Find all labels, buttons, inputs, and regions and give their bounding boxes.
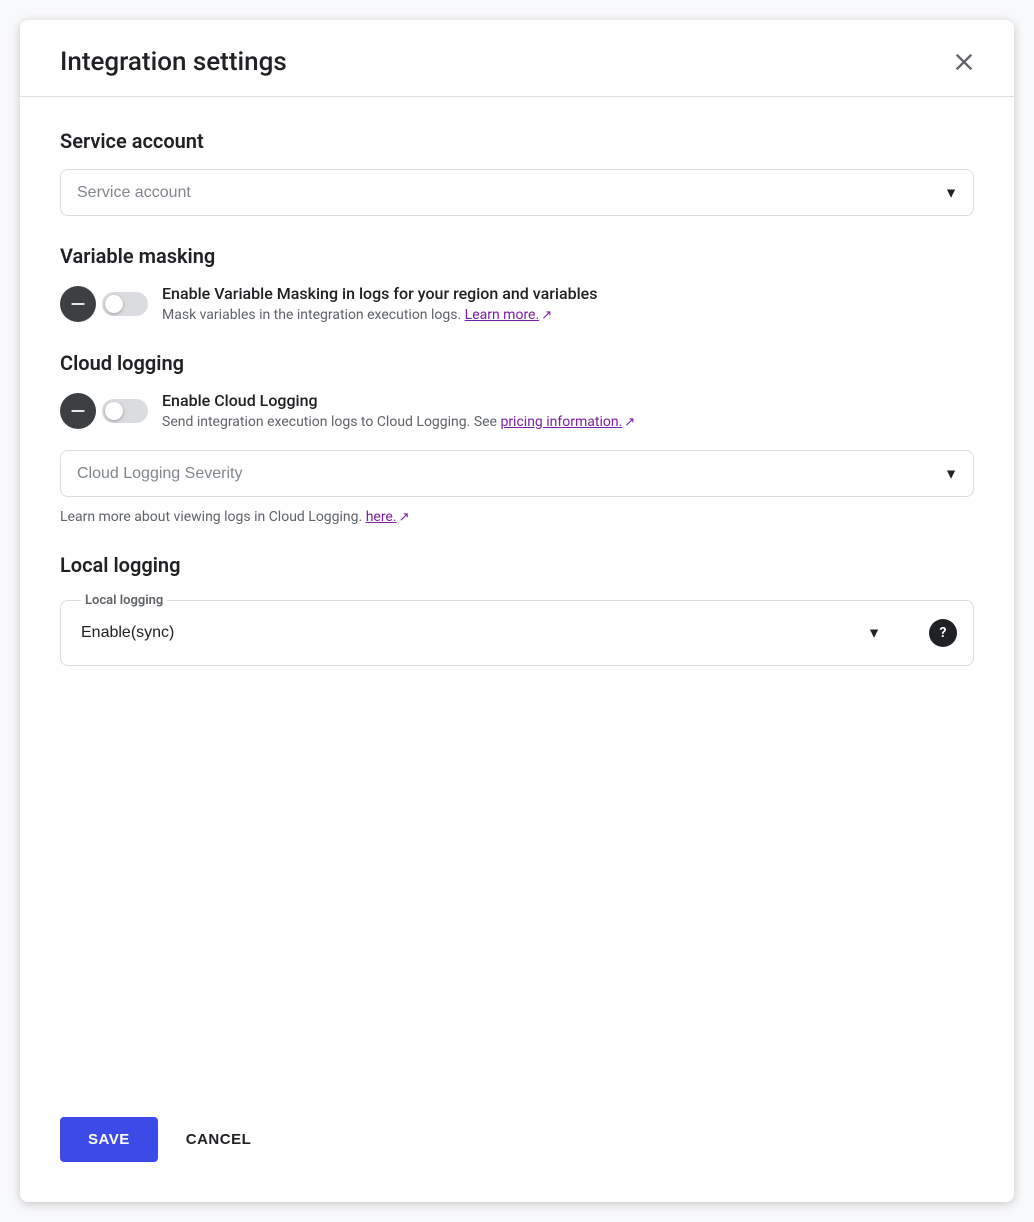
cloud-logging-main-label: Enable Cloud Logging xyxy=(162,391,635,410)
variable-masking-external-icon: ↗ xyxy=(541,308,552,323)
cloud-logging-toggle-row: Enable Cloud Logging Send integration ex… xyxy=(60,391,974,430)
cloud-logging-learn-more-text: Learn more about viewing logs in Cloud L… xyxy=(60,509,974,525)
variable-masking-toggle-row: Enable Variable Masking in logs for your… xyxy=(60,284,974,323)
variable-masking-sub-label: Mask variables in the integration execut… xyxy=(162,307,597,323)
cloud-logging-toggle-container[interactable] xyxy=(60,393,148,429)
local-logging-select[interactable]: Enable(sync) Enable(async) Disable xyxy=(77,616,917,649)
variable-masking-toggle-track[interactable] xyxy=(102,292,148,316)
local-logging-fieldset: Local logging Enable(sync) Enable(async)… xyxy=(60,593,974,666)
cloud-logging-pricing-link[interactable]: pricing information. xyxy=(500,414,622,430)
close-button[interactable] xyxy=(946,44,982,80)
variable-masking-section: Variable masking Enable Variable Masking… xyxy=(60,244,974,323)
cloud-logging-here-link[interactable]: here. xyxy=(366,509,397,525)
cloud-logging-minus-icon[interactable] xyxy=(60,393,96,429)
variable-masking-minus-icon[interactable] xyxy=(60,286,96,322)
variable-masking-main-label: Enable Variable Masking in logs for your… xyxy=(162,284,597,303)
cloud-logging-section: Cloud logging Enable Cloud Logging Send … xyxy=(60,351,974,525)
dialog-header: Integration settings xyxy=(20,20,1014,97)
variable-masking-toggle-container[interactable] xyxy=(60,286,148,322)
dialog-title: Integration settings xyxy=(60,47,287,77)
cloud-logging-sub-label: Send integration execution logs to Cloud… xyxy=(162,414,635,430)
variable-masking-labels: Enable Variable Masking in logs for your… xyxy=(162,284,597,323)
local-logging-help-icon[interactable]: ? xyxy=(929,619,957,647)
local-logging-section: Local logging Local logging Enable(sync)… xyxy=(60,553,974,666)
service-account-title: Service account xyxy=(60,129,974,153)
cloud-logging-severity-select[interactable]: Cloud Logging Severity xyxy=(60,450,974,497)
service-account-select-wrapper: Service account ▼ xyxy=(60,169,974,216)
variable-masking-title: Variable masking xyxy=(60,244,974,268)
local-logging-title: Local logging xyxy=(60,553,974,577)
cloud-logging-labels: Enable Cloud Logging Send integration ex… xyxy=(162,391,635,430)
local-logging-select-row: Enable(sync) Enable(async) Disable ▼ ? xyxy=(77,616,957,649)
dialog-footer: SAVE CANCEL xyxy=(20,1093,1014,1202)
cloud-logging-severity-wrapper: Cloud Logging Severity ▼ xyxy=(60,450,974,497)
dialog-body: Service account Service account ▼ Variab… xyxy=(20,97,1014,1093)
service-account-select[interactable]: Service account xyxy=(60,169,974,216)
minus-icon-cloud xyxy=(68,401,88,421)
minus-icon xyxy=(68,294,88,314)
variable-masking-learn-more-link[interactable]: Learn more. xyxy=(465,307,540,323)
cloud-logging-here-external-icon: ↗ xyxy=(399,510,410,525)
cloud-logging-external-icon: ↗ xyxy=(624,415,635,430)
integration-settings-dialog: Integration settings Service account Ser… xyxy=(20,20,1014,1202)
close-icon xyxy=(950,48,978,76)
service-account-section: Service account Service account ▼ xyxy=(60,129,974,216)
cloud-logging-severity-select-wrapper: Cloud Logging Severity ▼ xyxy=(60,450,974,497)
variable-masking-toggle-thumb xyxy=(105,295,123,313)
cloud-logging-toggle-track[interactable] xyxy=(102,399,148,423)
local-logging-select-wrapper: Enable(sync) Enable(async) Disable ▼ xyxy=(77,616,917,649)
cloud-logging-toggle-thumb xyxy=(105,402,123,420)
local-logging-legend: Local logging xyxy=(81,593,167,608)
cloud-logging-title: Cloud logging xyxy=(60,351,974,375)
cancel-button[interactable]: CANCEL xyxy=(182,1117,256,1162)
save-button[interactable]: SAVE xyxy=(60,1117,158,1162)
